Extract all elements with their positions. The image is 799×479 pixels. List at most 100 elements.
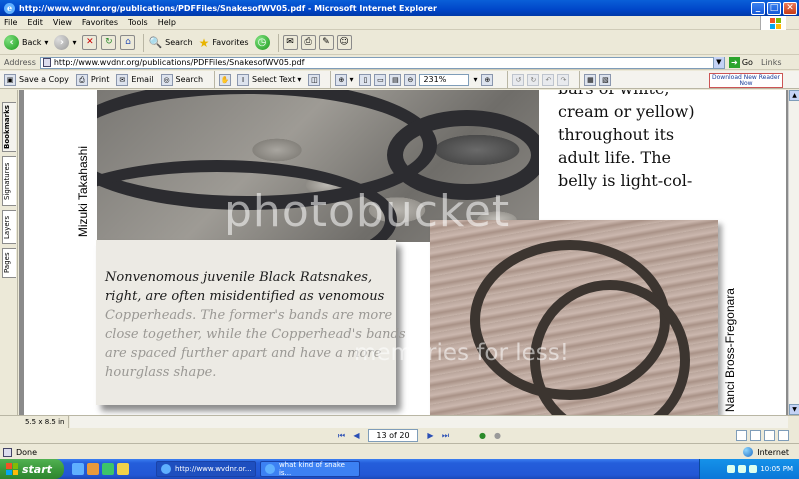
rotate-left-icon[interactable]: ↺ <box>512 73 525 86</box>
text-select-icon: I <box>237 73 250 86</box>
previous-page-icon[interactable]: ◀ <box>351 430 362 441</box>
page-view-icon[interactable]: ▧ <box>599 73 612 86</box>
caption-line: Nonvenomous juvenile Black Ratsnakes, <box>105 270 373 285</box>
home-icon[interactable]: ⌂ <box>120 35 136 50</box>
body-line: cream or yellow) <box>558 102 695 121</box>
download-reader-button[interactable]: Download New Reader Now <box>709 73 783 88</box>
single-page-icon[interactable] <box>736 430 747 441</box>
facing-icon[interactable] <box>764 430 775 441</box>
page-navigation: ⏮ ◀ 13 of 20 ▶ ⏭ ● ● <box>0 428 799 444</box>
menu-tools[interactable]: Tools <box>128 18 148 27</box>
select-text-button[interactable]: I Select Text ▾ <box>237 73 301 86</box>
body-line: bars of white, <box>558 90 778 100</box>
menu-file[interactable]: File <box>4 18 17 27</box>
forward-button[interactable]: › ▾ <box>54 35 76 50</box>
start-button[interactable]: start <box>0 459 64 479</box>
back-dropdown-icon[interactable]: ▾ <box>44 38 48 47</box>
minimize-button[interactable]: _ <box>751 1 765 15</box>
folder-quicklaunch-icon[interactable] <box>87 463 99 475</box>
zoom-plus-icon[interactable]: ⊕ <box>481 73 494 86</box>
scroll-down-icon[interactable]: ▼ <box>789 404 799 415</box>
refresh-icon[interactable]: ↻ <box>101 35 117 50</box>
email-button[interactable]: ✉ Email <box>116 73 154 86</box>
address-input[interactable]: http://www.wvdnr.org/publications/PDFFil… <box>39 56 725 69</box>
zoom-input[interactable]: 231% <box>419 73 470 86</box>
print-button[interactable]: ⎙ Print <box>75 73 109 86</box>
next-page-icon[interactable]: ▶ <box>425 430 436 441</box>
menu-help[interactable]: Help <box>158 18 176 27</box>
back-button[interactable]: ‹ Back ▾ <box>4 35 48 50</box>
taskbar-item-pdf[interactable]: http://www.wvdnr.or... <box>156 461 256 477</box>
menu-edit[interactable]: Edit <box>27 18 43 27</box>
snapshot-icon[interactable]: ◫ <box>308 73 321 86</box>
zoom-value-dropdown-icon[interactable]: ▾ <box>473 75 477 84</box>
select-text-dropdown-icon[interactable]: ▾ <box>297 75 301 84</box>
first-page-icon[interactable]: ⏮ <box>336 430 347 441</box>
scroll-up-icon[interactable]: ▲ <box>789 90 799 101</box>
forward-dropdown-icon[interactable]: ▾ <box>72 38 76 47</box>
horizontal-scrollbar[interactable] <box>70 416 788 428</box>
document-area[interactable]: Mizuki Takahashi bars of white, cream or… <box>19 90 788 415</box>
browser-status-bar: Done Internet <box>0 445 799 459</box>
previous-view-icon[interactable]: ● <box>477 430 488 441</box>
tray-volume-icon[interactable] <box>738 465 747 473</box>
page-size: 5.5 x 8.5 in <box>19 416 69 428</box>
edit-icon[interactable]: ✎ <box>318 35 334 50</box>
undo-icon[interactable]: ↶ <box>542 73 555 86</box>
vertical-scrollbar[interactable]: ▲ ▼ <box>788 90 799 415</box>
toolbar-separator <box>277 33 279 52</box>
continuous-facing-icon[interactable] <box>778 430 789 441</box>
address-label: Address <box>4 58 36 67</box>
continuous-icon[interactable] <box>750 430 761 441</box>
rotate-right-icon[interactable]: ↻ <box>527 73 540 86</box>
menu-view[interactable]: View <box>53 18 72 27</box>
back-arrow-icon: ‹ <box>4 35 19 50</box>
save-copy-button[interactable]: ▣ Save a Copy <box>4 73 69 86</box>
fit-width-icon[interactable]: ▤ <box>389 73 402 86</box>
tab-signatures[interactable]: Signatures <box>2 156 16 206</box>
caption-line: close together, while the Copperhead's b… <box>105 327 406 342</box>
zoom-dropdown-icon[interactable]: ▾ <box>349 75 353 84</box>
page-number-input[interactable]: 13 of 20 <box>368 429 418 442</box>
go-button[interactable]: ➜ Go <box>728 57 753 68</box>
next-view-icon[interactable]: ● <box>492 430 503 441</box>
address-dropdown-icon[interactable]: ▼ <box>712 57 724 68</box>
menu-favorites[interactable]: Favorites <box>82 18 118 27</box>
history-icon[interactable]: ◷ <box>254 35 270 50</box>
print-icon[interactable]: ⎙ <box>300 35 316 50</box>
last-page-icon[interactable]: ⏭ <box>440 430 451 441</box>
favorites-button[interactable]: ★ Favorites <box>199 36 249 50</box>
zoom-out-icon[interactable]: ⊖ <box>404 73 417 86</box>
tray-network-icon[interactable] <box>727 465 736 473</box>
maximize-button[interactable]: □ <box>767 1 781 15</box>
document-view-icon[interactable]: ▦ <box>584 73 597 86</box>
redo-icon[interactable]: ↷ <box>557 73 570 86</box>
toolbar-separator <box>143 33 145 52</box>
close-button[interactable]: ✕ <box>783 1 797 15</box>
hand-tool-icon[interactable]: ✋ <box>219 73 232 86</box>
links-button[interactable]: Links <box>761 58 782 67</box>
reader-toolbar: ▣ Save a Copy ⎙ Print ✉ Email ◎ Search ✋… <box>0 70 799 89</box>
reader-separator <box>579 70 581 89</box>
tab-layers[interactable]: Layers <box>2 210 16 244</box>
reader-search-button[interactable]: ◎ Search <box>160 73 204 86</box>
clock[interactable]: 10:05 PM <box>760 465 793 473</box>
messenger-icon[interactable]: ☺ <box>336 35 352 50</box>
reader-search-label: Search <box>175 75 204 84</box>
fit-page-icon[interactable]: ▭ <box>374 73 387 86</box>
ie-logo-icon: e <box>4 2 15 14</box>
mail-icon[interactable]: ✉ <box>282 35 298 50</box>
tab-pages[interactable]: Pages <box>2 248 16 278</box>
actual-size-icon[interactable]: ▯ <box>359 73 372 86</box>
media-quicklaunch-icon[interactable] <box>102 463 114 475</box>
title-bar: e http://www.wvdnr.org/publications/PDFF… <box>0 0 799 16</box>
zoom-in-icon[interactable]: ⊕ <box>335 73 348 86</box>
stop-icon[interactable]: ✕ <box>82 35 98 50</box>
search-button[interactable]: 🔍 Search <box>148 36 192 49</box>
taskbar-item-search[interactable]: what kind of snake is... <box>260 461 360 477</box>
save-copy-label: Save a Copy <box>19 75 69 84</box>
ie-quicklaunch-icon[interactable] <box>72 463 84 475</box>
messenger-quicklaunch-icon[interactable] <box>117 463 129 475</box>
tab-bookmarks[interactable]: Bookmarks <box>2 102 16 152</box>
tray-security-icon[interactable] <box>749 465 758 473</box>
